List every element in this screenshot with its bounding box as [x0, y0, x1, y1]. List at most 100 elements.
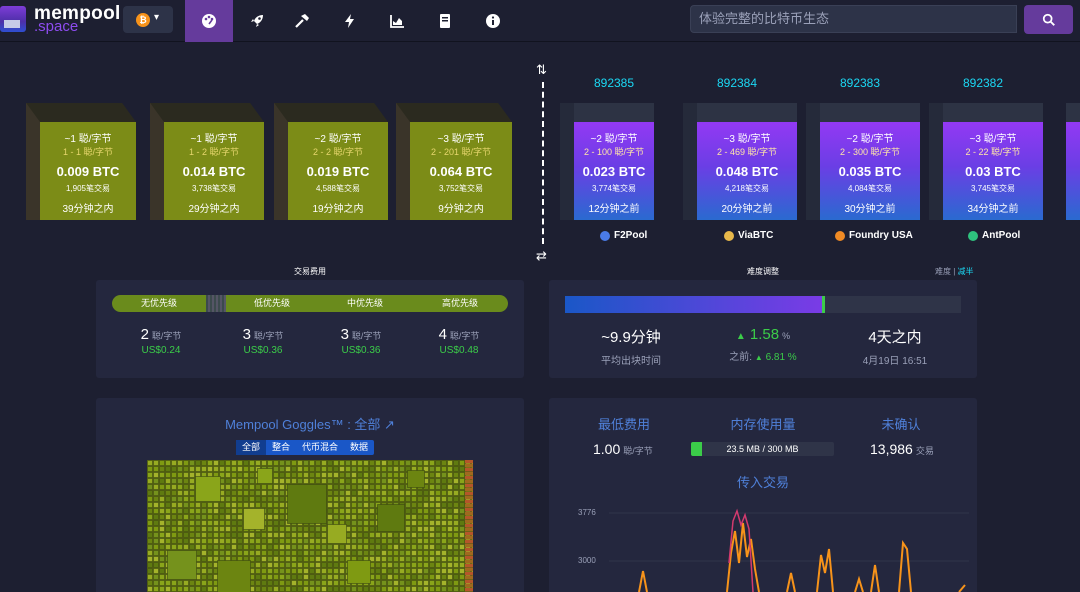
- tx-square[interactable]: [286, 557, 291, 562]
- tx-square[interactable]: [268, 497, 273, 502]
- tx-square[interactable]: [184, 581, 189, 586]
- tx-square[interactable]: [436, 467, 441, 472]
- tx-square[interactable]: [430, 581, 435, 586]
- tx-square[interactable]: [280, 473, 285, 478]
- tx-square-high-fee[interactable]: [465, 480, 473, 483]
- tx-square[interactable]: [208, 503, 213, 508]
- tx-square[interactable]: [292, 527, 297, 532]
- tx-square[interactable]: [226, 479, 231, 484]
- tx-square[interactable]: [274, 461, 279, 466]
- tx-square[interactable]: [220, 539, 225, 544]
- tx-square[interactable]: [442, 467, 447, 472]
- tx-square[interactable]: [430, 551, 435, 556]
- nav-docs[interactable]: [421, 0, 469, 42]
- tx-square[interactable]: [154, 491, 159, 496]
- tx-square[interactable]: [424, 575, 429, 580]
- tx-square[interactable]: [340, 479, 345, 484]
- tx-square[interactable]: [394, 551, 399, 556]
- tx-square[interactable]: [460, 503, 465, 508]
- tx-square[interactable]: [218, 561, 251, 592]
- tx-square[interactable]: [262, 461, 267, 466]
- tx-square[interactable]: [328, 525, 347, 544]
- tx-square[interactable]: [154, 545, 159, 550]
- tx-square-high-fee[interactable]: [465, 476, 473, 479]
- tx-square[interactable]: [460, 461, 465, 466]
- tx-square[interactable]: [274, 467, 279, 472]
- tx-square[interactable]: [454, 539, 459, 544]
- tx-square[interactable]: [382, 473, 387, 478]
- tx-square[interactable]: [454, 509, 459, 514]
- tx-square[interactable]: [250, 473, 255, 478]
- mining-pool-label[interactable]: AntPool: [968, 230, 1020, 241]
- tx-square[interactable]: [382, 575, 387, 580]
- tx-square[interactable]: [382, 485, 387, 490]
- tx-square[interactable]: [244, 461, 249, 466]
- tx-square[interactable]: [214, 527, 219, 532]
- tx-square[interactable]: [358, 509, 363, 514]
- tx-square[interactable]: [436, 563, 441, 568]
- tx-square[interactable]: [388, 581, 393, 586]
- tx-square[interactable]: [328, 587, 333, 592]
- tx-square[interactable]: [448, 575, 453, 580]
- tx-square[interactable]: [154, 557, 159, 562]
- tx-square[interactable]: [250, 461, 255, 466]
- tx-square[interactable]: [448, 497, 453, 502]
- tx-square[interactable]: [358, 503, 363, 508]
- tx-square[interactable]: [232, 527, 237, 532]
- tx-square[interactable]: [460, 545, 465, 550]
- tx-square-high-fee[interactable]: [465, 500, 473, 503]
- tx-square[interactable]: [256, 551, 261, 556]
- tx-square[interactable]: [196, 533, 201, 538]
- tx-square[interactable]: [352, 527, 357, 532]
- tx-square[interactable]: [316, 467, 321, 472]
- tx-square[interactable]: [148, 527, 153, 532]
- tx-square[interactable]: [454, 503, 459, 508]
- tx-square[interactable]: [208, 539, 213, 544]
- tx-square[interactable]: [190, 539, 195, 544]
- tx-square[interactable]: [280, 563, 285, 568]
- tx-square[interactable]: [334, 509, 339, 514]
- tx-square[interactable]: [280, 539, 285, 544]
- tx-square[interactable]: [274, 491, 279, 496]
- tx-square[interactable]: [430, 527, 435, 532]
- tx-square[interactable]: [172, 533, 177, 538]
- tx-square[interactable]: [178, 509, 183, 514]
- tx-square[interactable]: [238, 473, 243, 478]
- tx-square[interactable]: [184, 515, 189, 520]
- tx-square[interactable]: [418, 581, 423, 586]
- tx-square[interactable]: [274, 557, 279, 562]
- tx-square[interactable]: [376, 545, 381, 550]
- tx-square[interactable]: [220, 503, 225, 508]
- tx-square[interactable]: [298, 473, 303, 478]
- tx-square[interactable]: [274, 521, 279, 526]
- tx-square[interactable]: [454, 461, 459, 466]
- tx-square[interactable]: [448, 467, 453, 472]
- tx-square[interactable]: [364, 587, 369, 592]
- mining-pool-label[interactable]: F2Pool: [600, 230, 647, 241]
- tx-square[interactable]: [160, 563, 165, 568]
- tx-square[interactable]: [172, 479, 177, 484]
- tx-square[interactable]: [292, 557, 297, 562]
- tx-square[interactable]: [178, 521, 183, 526]
- tx-square[interactable]: [160, 473, 165, 478]
- tx-square[interactable]: [292, 467, 297, 472]
- tx-square[interactable]: [400, 461, 405, 466]
- tx-square[interactable]: [412, 581, 417, 586]
- tx-square[interactable]: [322, 473, 327, 478]
- tx-square[interactable]: [364, 491, 369, 496]
- tx-square[interactable]: [178, 515, 183, 520]
- tx-square[interactable]: [348, 561, 371, 584]
- tx-square[interactable]: [424, 509, 429, 514]
- tx-square[interactable]: [190, 485, 195, 490]
- tx-square[interactable]: [388, 539, 393, 544]
- tx-square[interactable]: [238, 539, 243, 544]
- tx-square[interactable]: [460, 497, 465, 502]
- tx-square[interactable]: [304, 581, 309, 586]
- tx-square[interactable]: [154, 581, 159, 586]
- tx-square[interactable]: [298, 575, 303, 580]
- tx-square[interactable]: [208, 557, 213, 562]
- tx-square[interactable]: [196, 477, 221, 502]
- tx-square[interactable]: [448, 539, 453, 544]
- tx-square-high-fee[interactable]: [465, 544, 473, 547]
- tx-square[interactable]: [322, 545, 327, 550]
